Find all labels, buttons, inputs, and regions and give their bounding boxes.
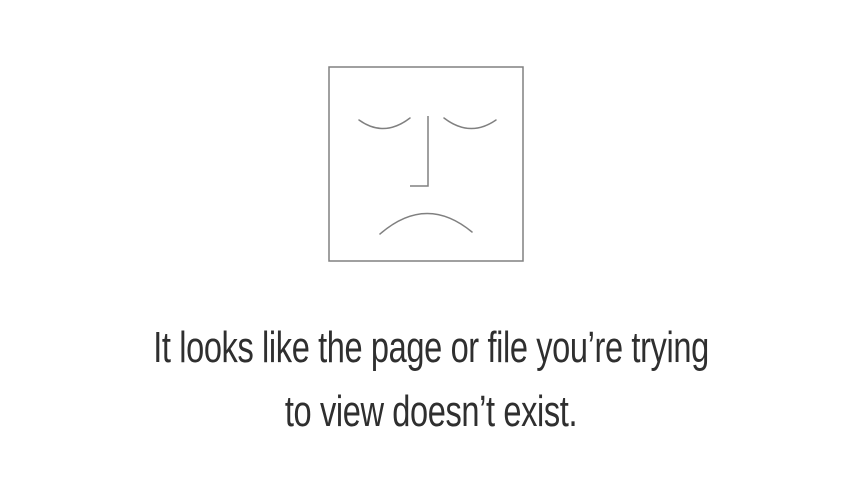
- left-eye: [358, 117, 411, 130]
- sad-face-icon: [328, 66, 524, 262]
- error-message-line-2: to view doesn’t exist.: [284, 387, 578, 436]
- mouth: [379, 212, 473, 235]
- error-message: It looks like the page or file you’re tr…: [112, 316, 750, 444]
- error-page: It looks like the page or file you’re tr…: [0, 0, 862, 478]
- error-message-line-1: It looks like the page or file you’re tr…: [153, 323, 709, 372]
- nose: [410, 116, 429, 187]
- right-eye: [443, 117, 497, 130]
- face-frame: [328, 66, 524, 262]
